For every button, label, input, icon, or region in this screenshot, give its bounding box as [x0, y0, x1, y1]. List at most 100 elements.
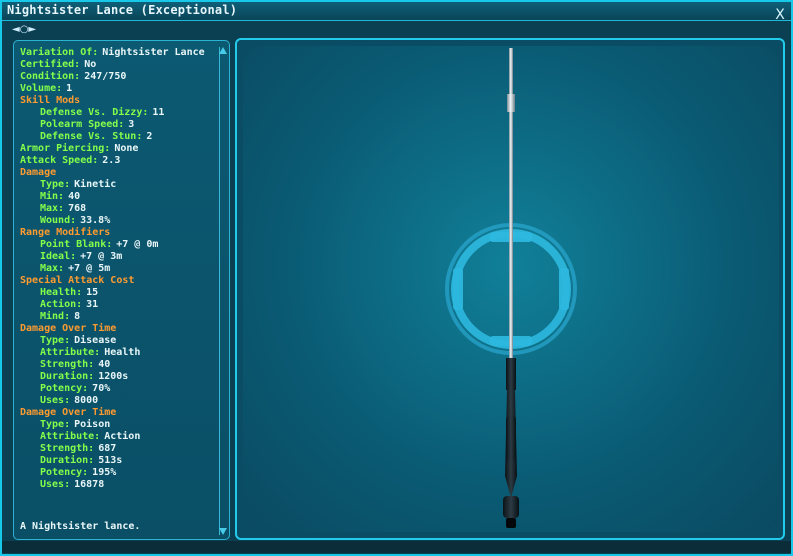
attribute-value: +7 @ 0m [116, 239, 159, 250]
attribute-key: Type: [40, 335, 71, 346]
attribute-value: +7 @ 5m [68, 263, 111, 274]
attribute-key: Max: [40, 203, 65, 214]
attribute-row: Attribute: Health [20, 347, 210, 359]
preview-stage[interactable] [243, 46, 779, 532]
section-header: Damage Over Time [20, 407, 117, 418]
attribute-value: 16878 [74, 479, 105, 490]
attribute-value: None [114, 143, 139, 154]
attribute-key: Condition: [20, 71, 81, 82]
attribute-key: Wound: [40, 215, 77, 226]
attribute-row: Strength: 687 [20, 443, 210, 455]
window-footer [2, 541, 791, 553]
attribute-value: 2.3 [102, 155, 121, 166]
attribute-value: Health [104, 347, 141, 358]
attribute-row: Condition: 247/750 [20, 71, 210, 83]
attribute-value: 3 [128, 119, 135, 130]
attribute-row: Armor Piercing: None [20, 143, 210, 155]
attribute-key: Uses: [40, 395, 71, 406]
attribute-key: Variation Of: [20, 47, 99, 58]
attribute-key: Min: [40, 191, 65, 202]
attribute-row: Defense Vs. Dizzy: 11 [20, 107, 210, 119]
attribute-value: 31 [86, 299, 99, 310]
attribute-value: Poison [74, 419, 111, 430]
attribute-key: Point Blank: [40, 239, 113, 250]
attribute-row: Action: 31 [20, 299, 210, 311]
attribute-row: Attribute: Action [20, 431, 210, 443]
attribute-row: Attack Speed: 2.3 [20, 155, 210, 167]
attribute-value: Action [104, 431, 141, 442]
attribute-key: Mind: [40, 311, 71, 322]
attribute-key: Duration: [40, 371, 95, 382]
attribute-row: Type: Poison [20, 419, 210, 431]
attribute-row: Defense Vs. Stun: 2 [20, 131, 210, 143]
item-description: A Nightsister lance. [20, 521, 141, 532]
attribute-key: Defense Vs. Dizzy: [40, 107, 149, 118]
attribute-value: 40 [68, 191, 81, 202]
attribute-key: Potency: [40, 383, 89, 394]
attribute-key: Strength: [40, 443, 95, 454]
attribute-value: Disease [74, 335, 117, 346]
attribute-value: 15 [86, 287, 99, 298]
attribute-value: 195% [92, 467, 117, 478]
preview-panel [235, 38, 785, 540]
attribute-row: Health: 15 [20, 287, 210, 299]
nav-arrows-icon[interactable]: ◄○► [12, 24, 36, 35]
attribute-key: Max: [40, 263, 65, 274]
attribute-key: Volume: [20, 83, 63, 94]
attribute-value: 70% [92, 383, 111, 394]
attribute-row: Max: 768 [20, 203, 210, 215]
attribute-value: No [84, 59, 97, 70]
attribute-row: Duration: 1200s [20, 371, 210, 383]
title-bar[interactable]: Nightsister Lance (Exceptional) X [2, 2, 791, 22]
attribute-value: 8 [74, 311, 81, 322]
attribute-row: Point Blank: +7 @ 0m [20, 239, 210, 251]
attribute-key: Ideal: [40, 251, 77, 262]
attribute-key: Type: [40, 179, 71, 190]
close-icon[interactable]: X [773, 8, 787, 22]
attribute-row: Type: Disease [20, 335, 210, 347]
attribute-row: Potency: 70% [20, 383, 210, 395]
attribute-key: Type: [40, 419, 71, 430]
attribute-row: Uses: 8000 [20, 395, 210, 407]
attributes-list: Variation Of: Nightsister Lance Certified:… [20, 47, 210, 491]
attribute-value: 11 [152, 107, 165, 118]
attribute-value: Kinetic [74, 179, 117, 190]
attribute-row: Potency: 195% [20, 467, 210, 479]
attribute-value: +7 @ 3m [80, 251, 123, 262]
attribute-value: 247/750 [84, 71, 127, 82]
attribute-row: Uses: 16878 [20, 479, 210, 491]
attribute-key: Certified: [20, 59, 81, 70]
attribute-key: Action: [40, 299, 83, 310]
attribute-row: Certified: No [20, 59, 210, 71]
attribute-row: Polearm Speed: 3 [20, 119, 210, 131]
attribute-value: 33.8% [80, 215, 111, 226]
attribute-value: 1200s [98, 371, 129, 382]
scrollbar[interactable] [219, 47, 227, 535]
attribute-value: 768 [68, 203, 87, 214]
attribute-row: Ideal: +7 @ 3m [20, 251, 210, 263]
section-header: Special Attack Cost [20, 275, 135, 286]
attribute-value: 513s [98, 455, 123, 466]
attribute-row: Wound: 33.8% [20, 215, 210, 227]
attribute-key: Uses: [40, 479, 71, 490]
section-header: Damage Over Time [20, 323, 117, 334]
attribute-value: 8000 [74, 395, 99, 406]
section-header: Damage [20, 167, 57, 178]
attribute-key: Defense Vs. Stun: [40, 131, 143, 142]
attribute-value: 1 [66, 83, 73, 94]
attribute-key: Duration: [40, 455, 95, 466]
lance-icon [503, 48, 519, 528]
window-title: Nightsister Lance (Exceptional) [7, 3, 238, 17]
attribute-key: Strength: [40, 359, 95, 370]
attribute-row: Min: 40 [20, 191, 210, 203]
attribute-key: Attribute: [40, 347, 101, 358]
attribute-row: Volume: 1 [20, 83, 210, 95]
attribute-key: Attribute: [40, 431, 101, 442]
attribute-value: 2 [146, 131, 153, 142]
attribute-value: Nightsister Lance [102, 47, 205, 58]
attribute-key: Polearm Speed: [40, 119, 125, 130]
examine-window: Nightsister Lance (Exceptional) X ◄○► Va… [0, 0, 793, 556]
attribute-value: 40 [98, 359, 111, 370]
attribute-row: Duration: 513s [20, 455, 210, 467]
section-header: Skill Mods [20, 95, 81, 106]
